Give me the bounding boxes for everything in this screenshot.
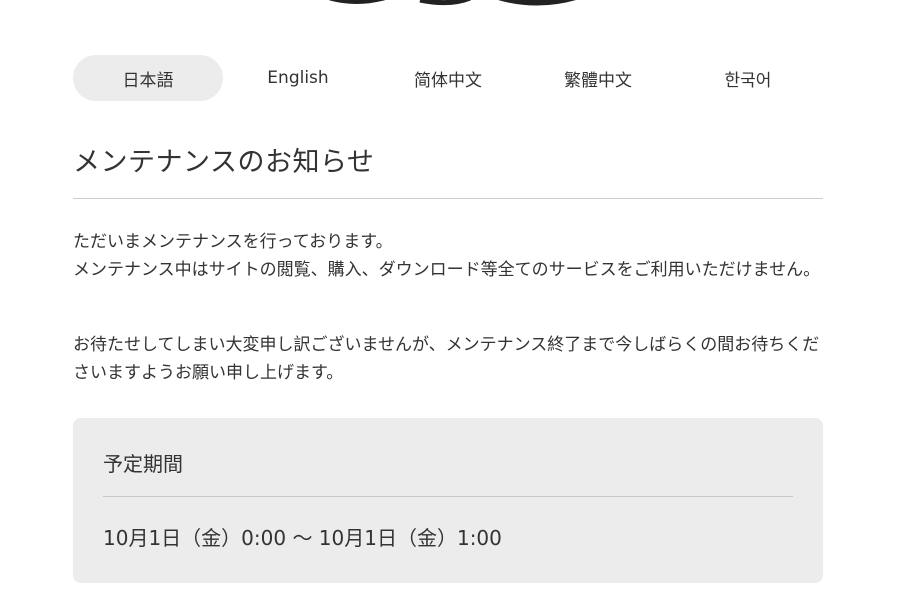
tab-english[interactable]: English <box>223 55 373 101</box>
maintenance-message: ただいまメンテナンスを行っております。 メンテナンス中はサイトの閲覧、購入、ダウ… <box>73 232 821 280</box>
schedule-divider <box>103 496 793 497</box>
schedule-heading: 予定期間 <box>103 452 183 476</box>
schedule-box: 予定期間 10月1日（金）0:00 ～ 10月1日（金）1:00 <box>73 418 823 583</box>
language-tabs: 日本語 English 简体中文 繁體中文 한국어 <box>73 55 823 101</box>
logo-image <box>329 0 576 6</box>
page-title: メンテナンスのお知らせ <box>73 147 375 178</box>
apology-message: お待たせしてしまい大変申し訳ございませんが、メンテナンス終了まで今しばらくの間お… <box>73 335 820 383</box>
tab-korean[interactable]: 한국어 <box>673 55 823 101</box>
maintenance-page: 日本語 English 简体中文 繁體中文 한국어 メンテナンスのお知らせ ただ… <box>0 0 907 613</box>
tab-traditional-chinese[interactable]: 繁體中文 <box>523 55 673 101</box>
schedule-period: 10月1日（金）0:00 ～ 10月1日（金）1:00 <box>103 526 502 550</box>
tab-simplified-chinese[interactable]: 简体中文 <box>373 55 523 101</box>
title-divider <box>73 198 823 199</box>
tab-japanese[interactable]: 日本語 <box>73 55 223 101</box>
